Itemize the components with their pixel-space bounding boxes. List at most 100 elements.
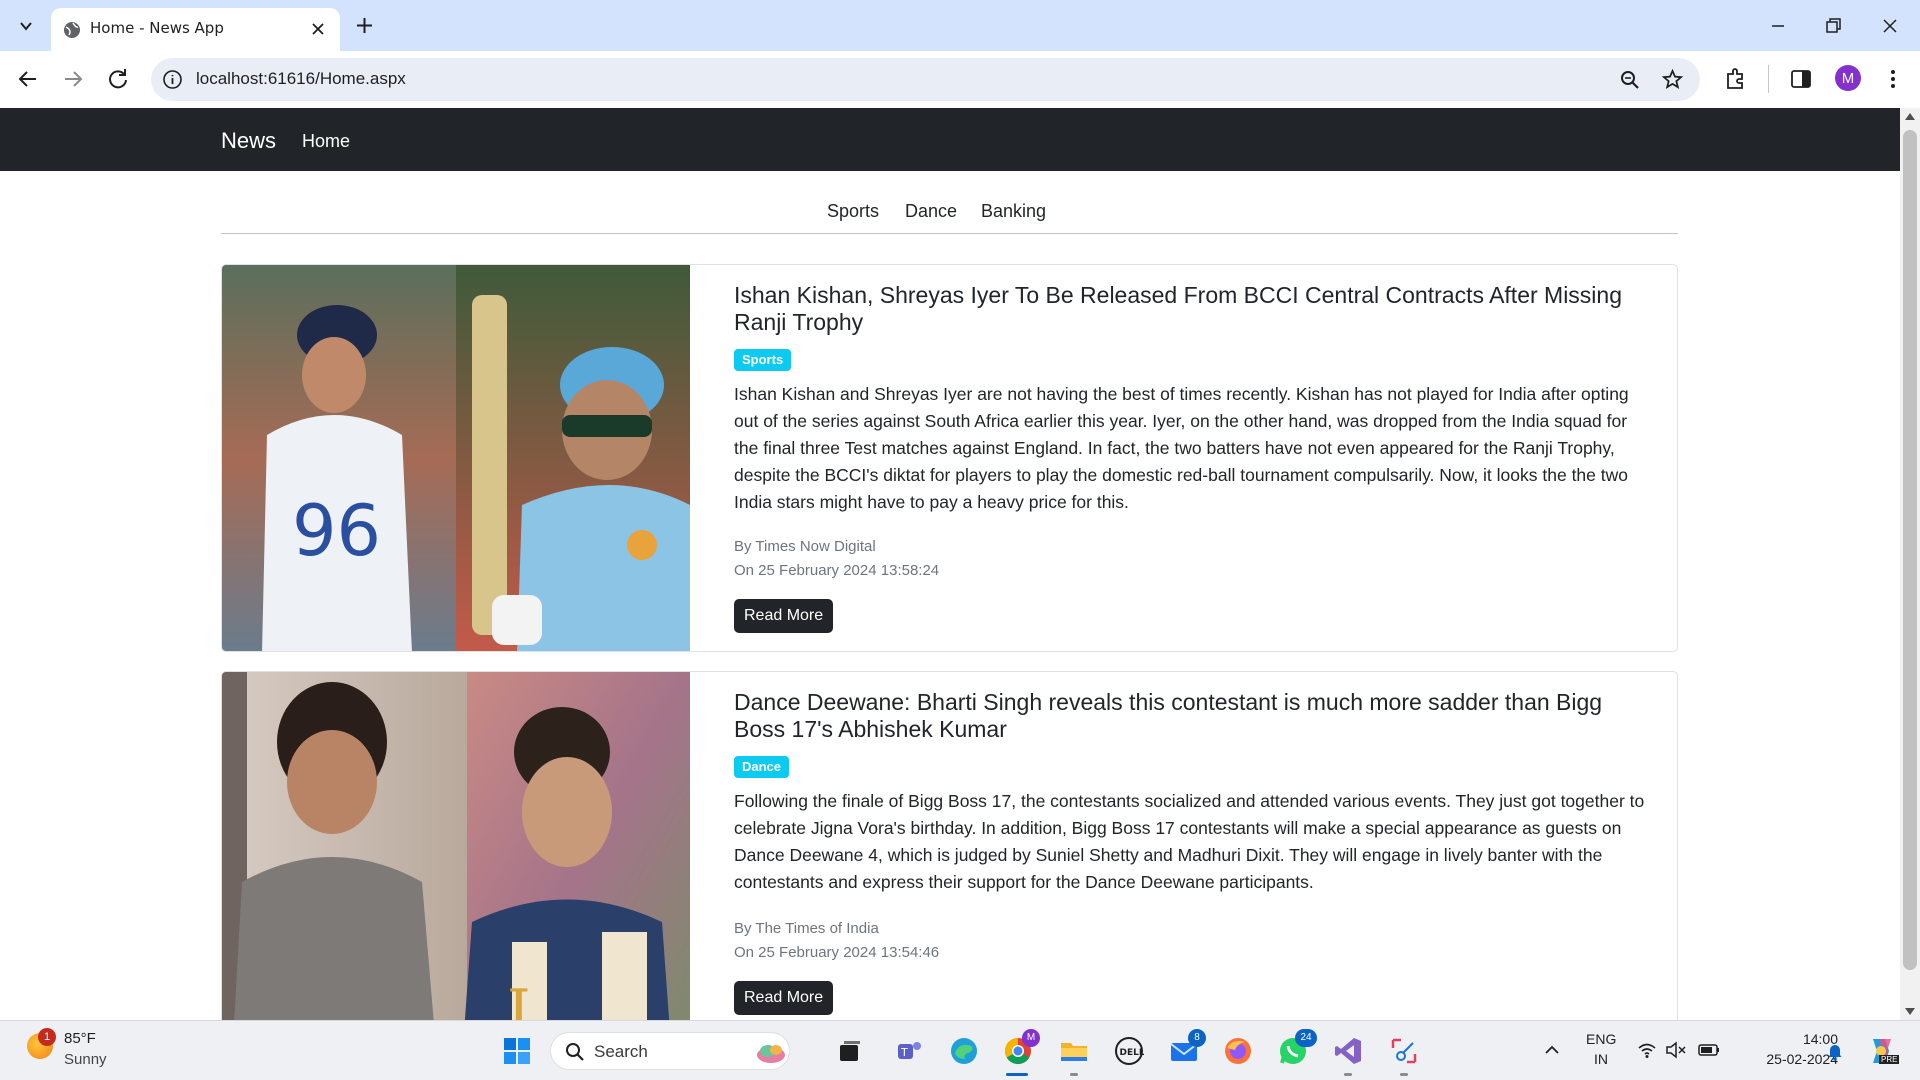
nav-home-link[interactable]: Home [302,131,350,152]
article-author: By Times Now Digital [734,538,876,555]
read-more-button[interactable]: Read More [734,599,834,633]
side-panel-icon[interactable] [1788,66,1814,92]
snipping-tool-icon [1391,1038,1417,1064]
svg-text:T: T [900,1046,908,1059]
browser-toolbar: localhost:61616/Home.aspx [0,51,1920,108]
folder-icon [1061,1043,1087,1061]
scroll-up-arrow[interactable] [1905,113,1915,120]
browser-tab-strip: Home - News App [0,0,1920,51]
minimize-icon[interactable] [1766,14,1790,38]
chrome-active-indicator [1006,1073,1028,1076]
article-title[interactable]: Dance Deewane: Bharti Singh reveals this… [734,689,1654,743]
article-card: L Dance Deewane: Bharti Singh reveals th… [221,671,1678,1020]
search-label: Search [594,1042,648,1061]
article-author: By The Times of India [734,920,879,937]
search-highlight-icon [757,1045,785,1063]
zoom-icon[interactable] [1619,69,1641,91]
scrollbar-thumb[interactable] [1903,130,1917,970]
firefox-button[interactable] [1222,1035,1254,1067]
tab-title: Home - News App [90,19,224,37]
forward-icon[interactable] [59,65,87,93]
windows-taskbar: 1 85°F Sunny Search T M DELL 8 24 ENG IN… [0,1020,1920,1080]
tab-search-button[interactable] [10,10,41,41]
whatsapp-count-badge: 24 [1295,1029,1317,1047]
language-indicator[interactable]: ENG [1586,1031,1616,1047]
whatsapp-button[interactable]: 24 [1277,1029,1317,1067]
clock-time[interactable]: 14:00 [1738,1031,1838,1047]
url-text[interactable]: localhost:61616/Home.aspx [196,69,406,89]
start-button[interactable] [501,1035,533,1067]
chrome-profile-badge: M [1022,1029,1040,1047]
svg-text:L: L [507,977,547,1020]
visual-studio-button[interactable] [1332,1035,1364,1067]
site-navbar: News Home [0,108,1900,171]
close-window-icon[interactable] [1878,14,1902,38]
teams-button[interactable]: T [893,1035,925,1067]
teams-icon: T [898,1042,921,1059]
copilot-preview-tag: PRE [1879,1055,1900,1064]
article-date: On 25 February 2024 13:58:24 [734,562,940,579]
site-info-icon[interactable] [162,69,183,90]
weather-temperature: 85°F [64,1030,96,1047]
chevron-down-icon [19,21,32,31]
edge-icon [951,1038,977,1064]
weather-condition: Sunny [64,1051,107,1068]
address-bar[interactable]: localhost:61616/Home.aspx [151,58,1700,101]
read-more-button[interactable]: Read More [734,981,834,1015]
task-view-icon [840,1041,860,1061]
browser-tab-active[interactable]: Home - News App [51,8,340,51]
vs-running-indicator [1344,1073,1352,1076]
file-explorer-button[interactable] [1058,1035,1090,1067]
article-image-cricket: 96 [222,265,690,651]
article-card: 96 Ishan Kishan, Shreyas Iyer To Be Rele… [221,264,1678,652]
task-view-button[interactable] [834,1035,866,1067]
taskbar-search[interactable]: Search [550,1032,790,1070]
category-link-sports[interactable]: Sports [827,201,879,222]
chevron-up-icon[interactable] [1543,1043,1561,1057]
copilot-button[interactable]: PRE [1865,1035,1900,1067]
firefox-icon [1225,1038,1251,1064]
category-link-dance[interactable]: Dance [905,201,957,222]
article-date: On 25 February 2024 13:54:46 [734,944,940,961]
restore-icon[interactable] [1821,14,1845,38]
dell-button[interactable]: DELL [1113,1035,1145,1067]
site-brand[interactable]: News [221,128,276,154]
category-badge: Dance [734,756,790,778]
category-nav: Sports Dance Banking [221,171,1678,234]
profile-avatar[interactable]: M [1835,65,1861,91]
scroll-down-arrow[interactable] [1905,1008,1915,1015]
chrome-button[interactable]: M [1002,1029,1040,1067]
search-icon [566,1043,584,1061]
article-title[interactable]: Ishan Kishan, Shreyas Iyer To Be Release… [734,282,1654,336]
clock-date[interactable]: 25-02-2024 [1738,1051,1838,1067]
mail-count-badge: 8 [1188,1029,1206,1047]
battery-icon[interactable] [1697,1041,1721,1059]
close-icon[interactable] [309,20,327,38]
category-link-banking[interactable]: Banking [981,201,1046,222]
mail-button[interactable]: 8 [1168,1029,1206,1067]
article-image-dance: L [222,672,690,1020]
back-icon[interactable] [14,65,42,93]
svg-text:DELL: DELL [1120,1048,1145,1058]
extensions-icon[interactable] [1723,66,1749,92]
page-scrollbar[interactable] [1900,108,1920,1020]
bookmark-star-icon[interactable] [1661,68,1684,91]
snipping-running-indicator [1400,1073,1408,1076]
edge-button[interactable] [948,1035,980,1067]
page-viewport: News Home Sports Dance Banking 96 Ishan … [0,108,1900,1020]
menu-kebab-icon[interactable] [1880,66,1906,92]
visual-studio-icon [1335,1038,1361,1064]
snipping-tool-button[interactable] [1388,1035,1420,1067]
new-tab-icon[interactable] [352,13,377,38]
weather-alert-badge: 1 [38,1028,56,1046]
language-region: IN [1594,1051,1608,1067]
svg-text:96: 96 [292,490,381,572]
article-description: Following the finale of Bigg Boss 17, th… [734,791,1645,892]
category-badge: Sports [734,349,792,371]
speaker-muted-icon[interactable] [1665,1041,1687,1059]
globe-icon [64,22,80,38]
reload-icon[interactable] [104,65,132,93]
windows-logo-icon [504,1038,530,1064]
notification-bell-icon[interactable] [1825,1041,1845,1061]
wifi-icon[interactable] [1637,1041,1657,1059]
